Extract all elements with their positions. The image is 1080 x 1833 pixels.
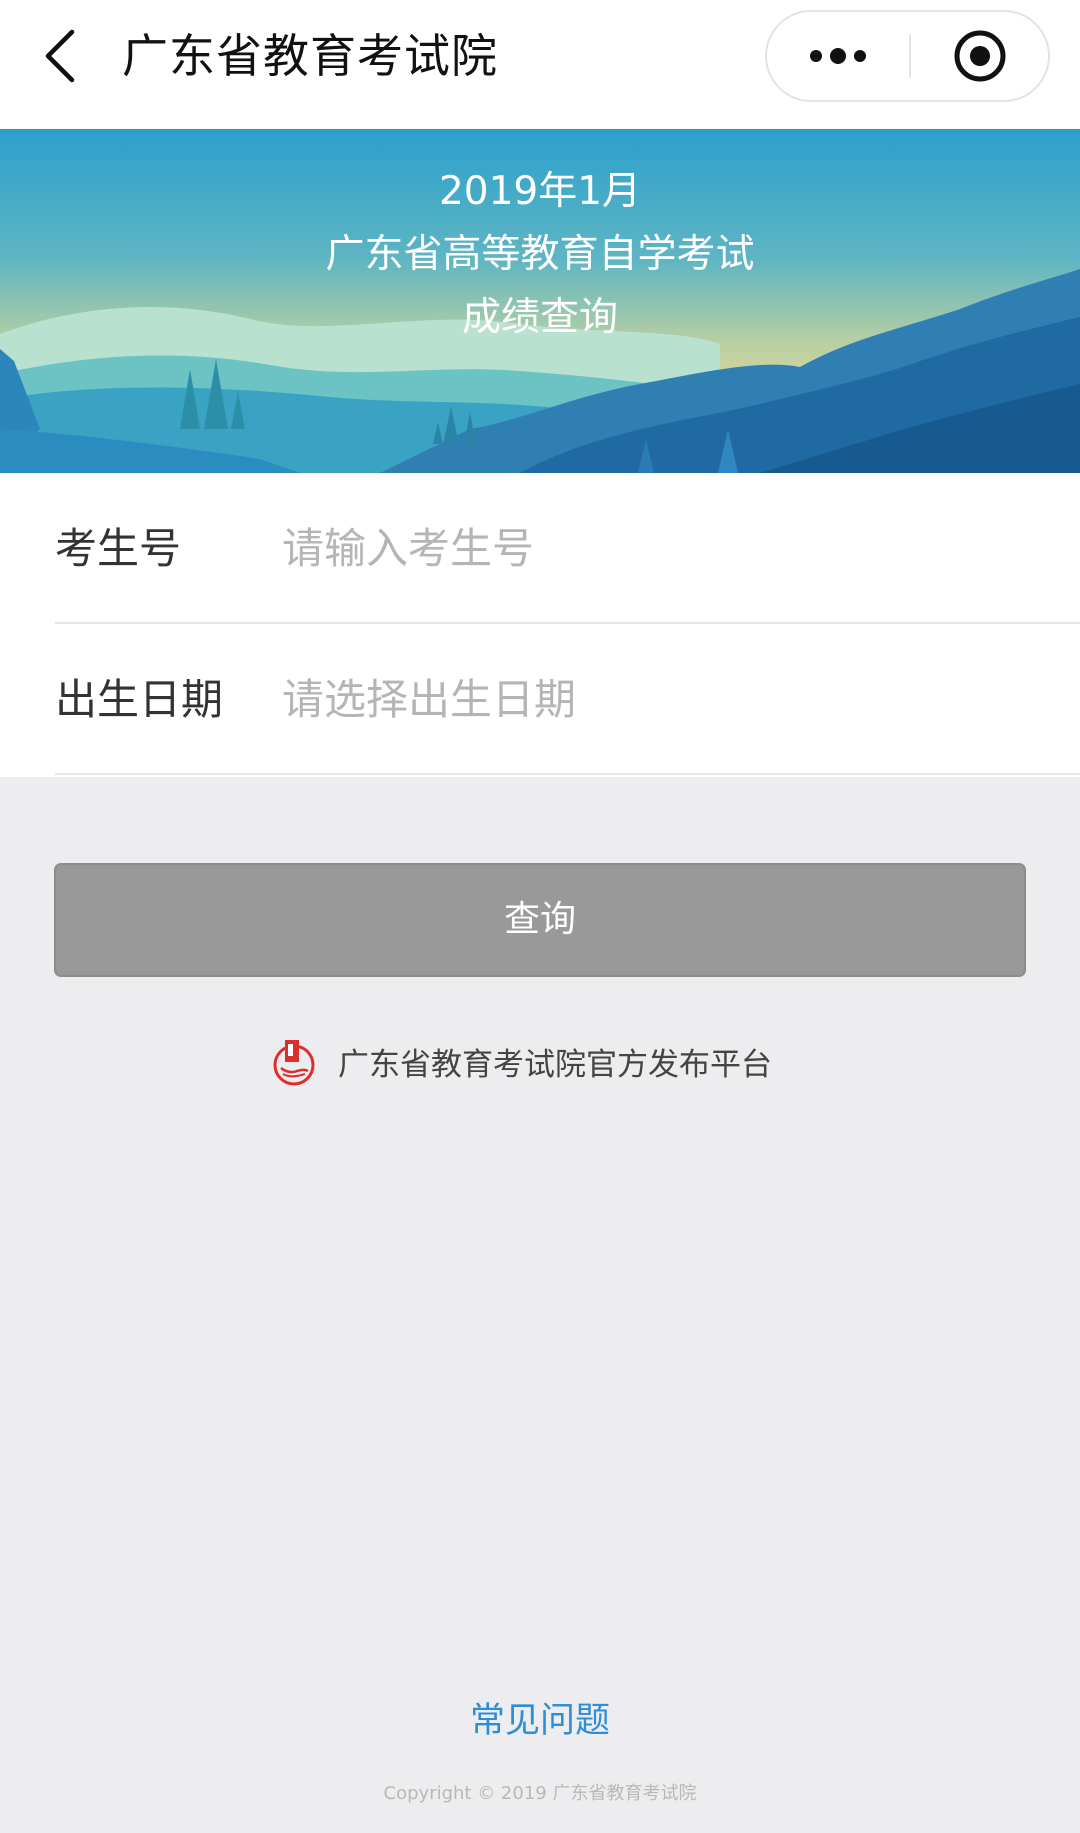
- official-platform-notice: 广东省教育考试院官方发布平台: [272, 1035, 772, 1087]
- exam-authority-logo-icon: [273, 1040, 315, 1086]
- banner-exam-name: 广东省高等教育自学考试: [325, 232, 755, 277]
- page-title: 广东省教育考试院: [122, 29, 498, 83]
- birth-date-label: 出生日期: [55, 675, 224, 724]
- official-platform-text: 广东省教育考试院官方发布平台: [338, 1046, 772, 1083]
- query-button[interactable]: 查询: [54, 863, 1026, 977]
- mini-program-capsule: [765, 10, 1050, 102]
- banner-date: 2019年1月: [438, 169, 642, 214]
- more-dots-icon: [810, 48, 866, 64]
- banner: 2019年1月 广东省高等教育自学考试 成绩查询: [0, 129, 1080, 473]
- back-button[interactable]: [30, 20, 90, 92]
- copyright-text: Copyright © 2019 广东省教育考试院: [383, 1783, 697, 1804]
- chevron-left-icon: [45, 29, 75, 83]
- birth-date-picker[interactable]: [282, 664, 1042, 734]
- query-form: 考生号 出生日期: [0, 473, 1080, 777]
- candidate-number-label: 考生号: [55, 524, 182, 573]
- more-button[interactable]: [767, 12, 909, 100]
- candidate-number-row: 考生号: [55, 473, 1080, 624]
- navigation-bar: 广东省教育考试院: [0, 0, 1080, 129]
- banner-subtitle: 成绩查询: [461, 295, 618, 340]
- birth-date-row: 出生日期: [55, 624, 1080, 775]
- candidate-number-input[interactable]: [282, 513, 1042, 583]
- circle-target-icon: [954, 30, 1005, 82]
- faq-link[interactable]: 常见问题: [0, 1696, 1080, 1746]
- close-button[interactable]: [911, 12, 1048, 100]
